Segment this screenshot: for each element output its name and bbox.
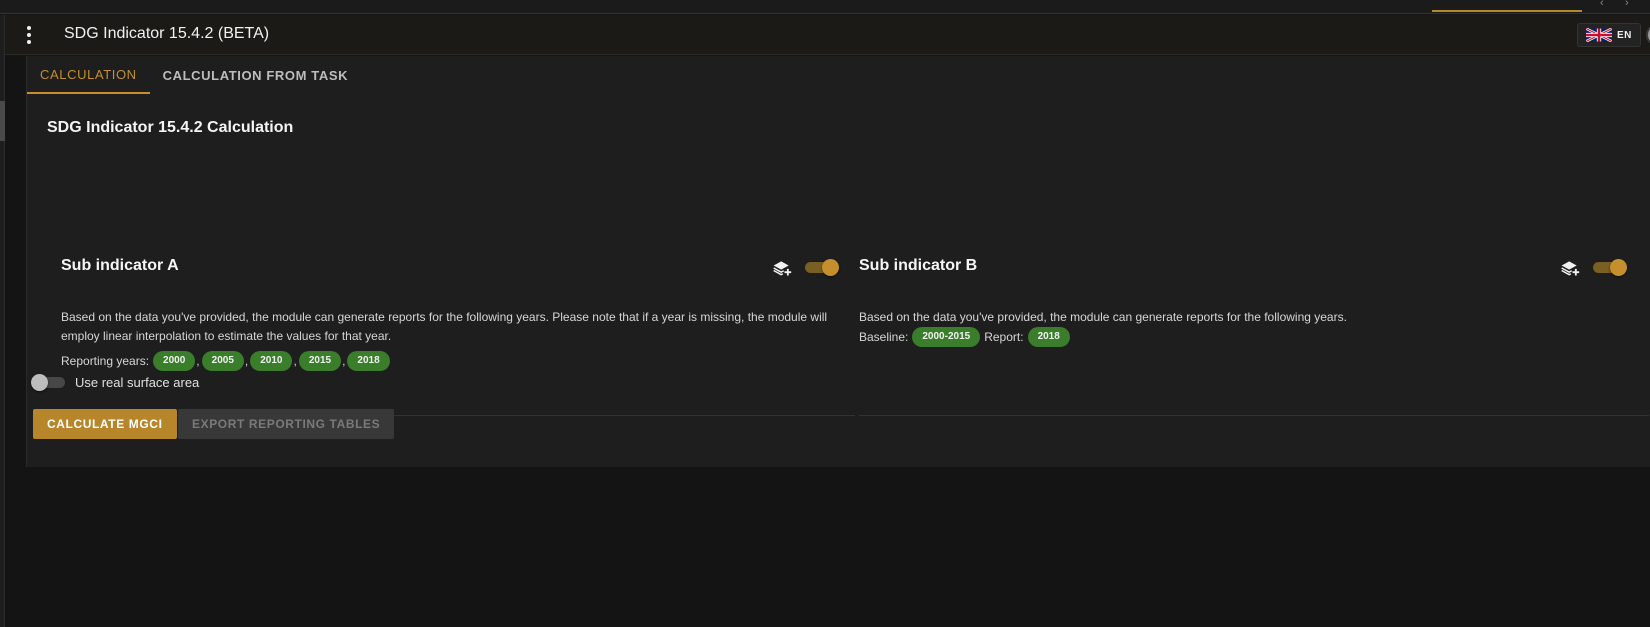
baseline-report-line: Baseline: 2000-2015 Report: 2018 xyxy=(859,327,1070,347)
tab-calculation[interactable]: CALCULATION xyxy=(27,56,150,94)
sub-indicator-b-description: Based on the data you've provided, the m… xyxy=(859,310,1347,324)
year-chip: 2018 xyxy=(347,351,390,371)
page-title: SDG Indicator 15.4.2 Calculation xyxy=(47,119,294,136)
browser-control-icon[interactable]: › xyxy=(1625,0,1629,9)
year-chip: 2005 xyxy=(201,351,244,371)
browser-tab-indicator[interactable] xyxy=(1432,0,1582,12)
main-panel: CALCULATION CALCULATION FROM TASK SDG In… xyxy=(26,56,1650,467)
sub-indicator-b-card: Sub indicator B Based on the data you've… xyxy=(859,186,1649,416)
language-code: EN xyxy=(1617,29,1632,41)
more-vert-icon[interactable] xyxy=(15,21,43,49)
sub-indicator-a-title: Sub indicator A xyxy=(61,257,179,274)
year-chip: 2010 xyxy=(250,351,293,371)
left-rail xyxy=(0,15,5,627)
calculate-mgci-button[interactable]: CALCULATE MGCI xyxy=(33,409,177,439)
baseline-label: Baseline: xyxy=(859,330,909,344)
sub-indicator-b-toggle[interactable] xyxy=(1593,259,1627,276)
language-selector[interactable]: EN xyxy=(1577,23,1641,47)
divider xyxy=(859,415,1649,416)
reporting-years-label: Reporting years: xyxy=(61,354,150,368)
app-bar: SDG Indicator 15.4.2 (BETA) EN xyxy=(5,15,1650,55)
browser-top-strip: ‹ › xyxy=(0,0,1650,14)
sub-indicator-b-title: Sub indicator B xyxy=(859,257,978,274)
add-layer-icon[interactable] xyxy=(1560,258,1580,278)
report-chip: 2018 xyxy=(1027,327,1070,347)
baseline-chip: 2000-2015 xyxy=(912,327,981,347)
year-chip: 2015 xyxy=(298,351,342,371)
browser-control-icon[interactable]: ‹ xyxy=(1600,0,1604,9)
left-rail-marker xyxy=(0,101,5,141)
app-title: SDG Indicator 15.4.2 (BETA) xyxy=(64,25,270,42)
year-chip: 2000 xyxy=(153,351,196,371)
real-surface-option: Use real surface area xyxy=(31,374,200,391)
sub-indicator-a-description: Based on the data you've provided, the m… xyxy=(61,310,828,343)
report-label: Report: xyxy=(984,330,1024,344)
export-reporting-tables-button[interactable]: EXPORT REPORTING TABLES xyxy=(178,409,395,439)
tab-calculation-from-task[interactable]: CALCULATION FROM TASK xyxy=(150,56,361,94)
real-surface-toggle[interactable] xyxy=(31,374,65,391)
sub-indicator-a-toggle[interactable] xyxy=(805,259,839,276)
tab-bar: CALCULATION CALCULATION FROM TASK xyxy=(27,56,361,94)
real-surface-label: Use real surface area xyxy=(75,374,200,390)
avatar[interactable] xyxy=(1646,24,1650,46)
uk-flag-icon xyxy=(1586,28,1612,42)
add-layer-icon[interactable] xyxy=(772,258,792,278)
reporting-years: Reporting years: 2000, 2005, 2010, 2015,… xyxy=(61,351,390,371)
